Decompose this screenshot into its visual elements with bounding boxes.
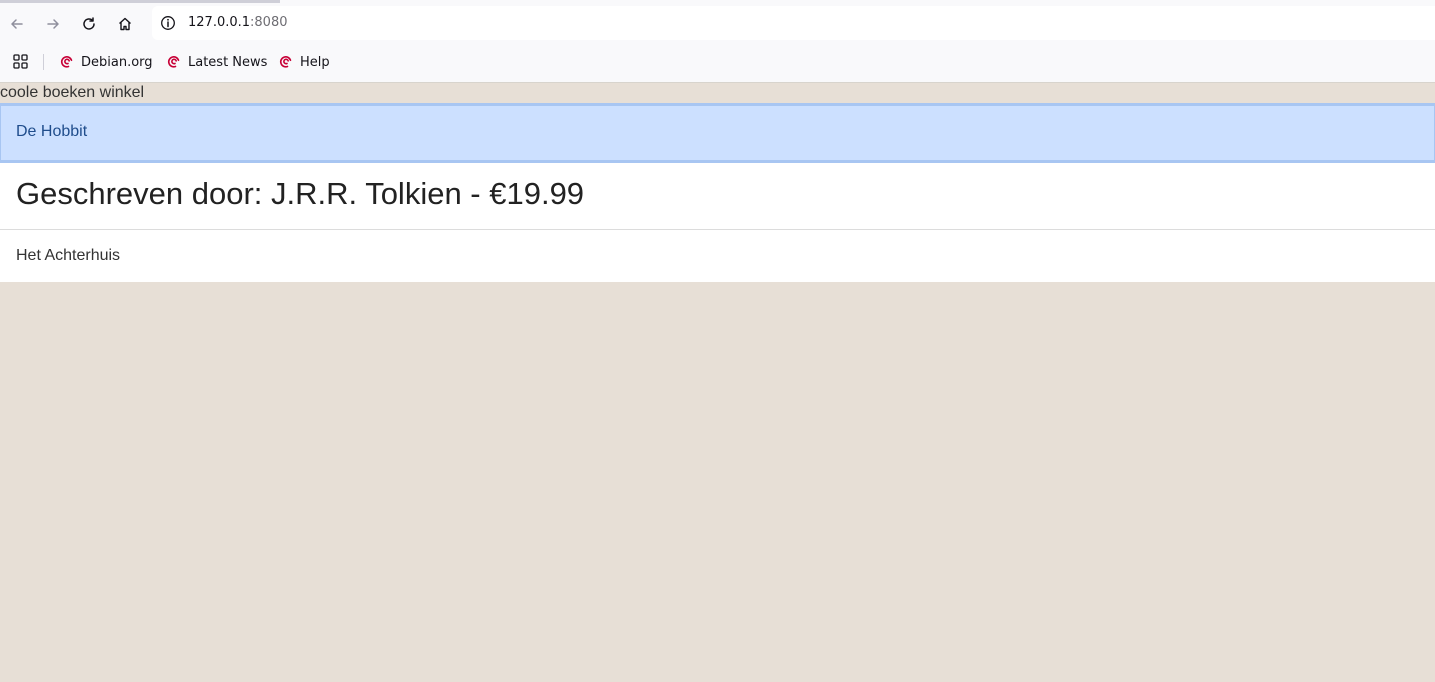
reload-button[interactable]	[74, 9, 104, 39]
address-bar[interactable]: 127.0.0.1:8080	[152, 6, 1435, 40]
book-list: De Hobbit Geschreven door: J.R.R. Tolkie…	[0, 103, 1435, 282]
bookmark-label: Debian.org	[81, 54, 153, 70]
bookmarks-separator	[43, 54, 44, 70]
back-button[interactable]	[2, 9, 32, 39]
bookmark-label: Latest News	[188, 54, 268, 70]
debian-swirl-icon	[167, 56, 180, 68]
info-icon[interactable]	[160, 15, 176, 31]
forward-button[interactable]	[38, 9, 68, 39]
book-title: De Hobbit	[16, 123, 88, 140]
bookmark-help[interactable]: Help	[278, 51, 330, 73]
book-detail-text: Geschreven door: J.R.R. Tolkien - €19.99	[16, 176, 585, 211]
bookmarks-toolbar: Debian.org Latest News Help	[0, 46, 1435, 82]
book-detail: Geschreven door: J.R.R. Tolkien - €19.99	[0, 163, 1435, 230]
browser-chrome: 127.0.0.1:8080 Debian.org Latest News He…	[0, 0, 1435, 83]
url-text: 127.0.0.1:8080	[188, 15, 288, 30]
site-title: coole boeken winkel	[0, 84, 145, 101]
home-button[interactable]	[110, 9, 140, 39]
debian-swirl-icon	[279, 56, 292, 68]
home-icon	[119, 17, 131, 31]
bookmark-debian-org[interactable]: Debian.org	[59, 51, 153, 73]
url-port: :8080	[250, 15, 288, 30]
reload-icon	[83, 17, 95, 30]
navigation-toolbar: 127.0.0.1:8080	[0, 0, 1435, 46]
bookmark-label: Help	[300, 54, 330, 70]
apps-grid-icon[interactable]	[12, 53, 30, 71]
book-item-het-achterhuis[interactable]: Het Achterhuis	[0, 230, 1435, 282]
bookmark-latest-news[interactable]: Latest News	[166, 51, 267, 73]
url-host: 127.0.0.1	[188, 15, 251, 30]
forward-arrow-icon	[47, 19, 59, 29]
book-item-de-hobbit[interactable]: De Hobbit	[0, 103, 1435, 163]
back-arrow-icon	[11, 19, 23, 29]
page-content: coole boeken winkel De Hobbit Geschreven…	[0, 83, 1435, 682]
debian-swirl-icon	[60, 56, 73, 68]
book-title: Het Achterhuis	[16, 247, 121, 264]
